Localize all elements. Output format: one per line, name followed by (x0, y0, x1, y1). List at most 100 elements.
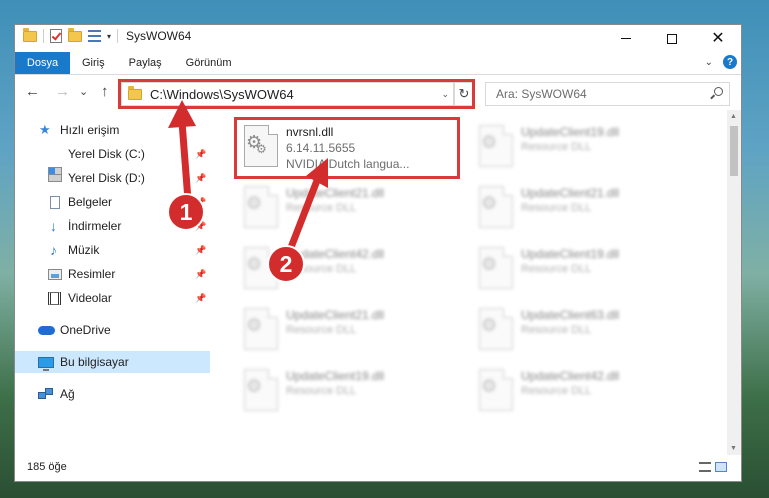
sidebar-item-label: İndirmeler (68, 219, 122, 233)
sidebar-item-label: Bu bilgisayar (60, 355, 129, 369)
file-name: UpdateClient21.dll (521, 186, 620, 200)
minimize-icon (621, 38, 631, 39)
tab-paylas[interactable]: Paylaş (117, 52, 174, 74)
download-icon: ↓ (50, 218, 57, 234)
divider (43, 29, 44, 43)
maximize-icon (667, 33, 677, 44)
close-button[interactable]: ✕ (695, 25, 741, 52)
file-tile[interactable]: ⚙ UpdateClient21.dll Resource DLL (238, 302, 463, 360)
customize-toolbar-arrow-icon[interactable]: ▾ (107, 32, 111, 41)
pin-icon[interactable]: 📌 (195, 293, 206, 304)
divider (117, 29, 119, 43)
file-tile[interactable]: ⚙ UpdateClient21.dll Resource DLL (473, 180, 698, 238)
properties-check-icon[interactable] (50, 29, 62, 43)
file-tile[interactable]: ⚙ UpdateClient19.dll Resource DLL (473, 241, 698, 299)
tiles-view-icon[interactable] (715, 462, 727, 472)
sidebar-item-videolar[interactable]: Videolar 📌 (15, 287, 210, 309)
search-icon (714, 87, 723, 96)
file-name: UpdateClient42.dll (521, 369, 620, 383)
ribbon-tabs: Dosya Giriş Paylaş Görünüm ⌄ ? (15, 52, 741, 75)
pin-icon[interactable]: 📌 (195, 245, 206, 256)
file-type: Resource DLL (521, 385, 592, 397)
maximize-button[interactable] (649, 25, 695, 52)
sidebar-item-label: Belgeler (68, 195, 113, 209)
scroll-thumb[interactable] (730, 126, 738, 176)
new-folder-icon[interactable] (68, 27, 82, 42)
recent-locations-chevron-icon[interactable]: ⌄ (79, 85, 88, 98)
search-placeholder: Ara: SysWOW64 (496, 87, 587, 101)
back-button[interactable]: ← (25, 83, 40, 100)
gear-icon: ⚙ (481, 315, 498, 335)
sidebar-item-label: OneDrive (60, 323, 111, 337)
tab-gorunum[interactable]: Görünüm (174, 52, 244, 74)
file-tile[interactable]: ⚙ UpdateClient19.dll Resource DLL (473, 119, 698, 177)
step-1-badge: 1 (167, 193, 205, 231)
quick-access-toolbar: ▾ SysWOW64 (23, 27, 192, 43)
file-type: Resource DLL (286, 324, 357, 336)
view-switcher (699, 462, 727, 472)
sidebar-item-onedrive[interactable]: OneDrive (15, 319, 210, 341)
file-type: Resource DLL (521, 263, 592, 275)
pin-icon[interactable]: 📌 (195, 269, 206, 280)
file-tile[interactable]: ⚙ UpdateClient19.dll Resource DLL (238, 363, 463, 421)
sidebar-item-label: Ağ (60, 387, 75, 401)
file-name: UpdateClient19.dll (521, 125, 620, 139)
ribbon-right: ⌄ ? (705, 55, 737, 69)
file-tile[interactable]: ⚙ UpdateClient21.dll Resource DLL (238, 180, 463, 238)
gear-icon: ⚙ (481, 254, 498, 274)
videos-icon (48, 291, 61, 305)
file-type: Resource DLL (521, 141, 592, 153)
gear-icon: ⚙ (246, 193, 263, 213)
title-bar: ▾ SysWOW64 ✕ (15, 25, 741, 52)
star-icon: ★ (39, 122, 51, 137)
file-name: UpdateClient63.dll (521, 308, 620, 322)
search-input[interactable]: Ara: SysWOW64 (485, 82, 730, 106)
gear-icon: ⚙ (246, 315, 263, 335)
scroll-up-icon[interactable]: ▲ (730, 113, 737, 120)
navigation-bar: ← → ⌄ ↑ C:\Windows\SysWOW64 ⌄ ↻ Ara: Sys… (15, 75, 741, 110)
details-view-icon[interactable] (699, 462, 711, 472)
minimize-button[interactable] (603, 25, 649, 52)
forward-button[interactable]: → (55, 83, 70, 100)
rename-list-icon[interactable] (88, 30, 101, 42)
explorer-window: ▾ SysWOW64 ✕ Dosya Giriş Paylaş Görünüm … (14, 24, 742, 482)
cloud-icon (38, 325, 55, 335)
sidebar-item-label: Müzik (68, 243, 100, 257)
sidebar-item-label: Yerel Disk (C:) (68, 147, 145, 161)
close-icon: ✕ (711, 29, 725, 47)
file-tile[interactable]: ⚙ UpdateClient63.dll Resource DLL (473, 302, 698, 360)
scroll-down-icon[interactable]: ▼ (730, 445, 737, 452)
file-type: Resource DLL (521, 202, 592, 214)
computer-icon (38, 356, 54, 371)
file-highlight-box (234, 117, 460, 179)
sidebar-item-label: Hızlı erişim (60, 123, 120, 137)
network-icon (38, 388, 54, 400)
file-name: UpdateClient21.dll (286, 308, 385, 322)
vertical-scrollbar[interactable]: ▲ ▼ (727, 110, 741, 455)
window-controls: ✕ (603, 25, 741, 52)
arrow-to-file (286, 158, 328, 254)
up-button[interactable]: ↑ (101, 83, 109, 100)
gear-icon: ⚙ (246, 376, 263, 396)
expand-ribbon-chevron-icon[interactable]: ⌄ (705, 57, 713, 68)
item-count: 185 öğe (27, 461, 67, 473)
tab-dosya[interactable]: Dosya (15, 52, 70, 74)
help-icon[interactable]: ? (723, 55, 737, 69)
sidebar-item-bu-bilgisayar[interactable]: Bu bilgisayar (15, 351, 210, 373)
drive-icon (48, 174, 62, 182)
file-tile[interactable]: ⚙ UpdateClient42.dll Resource DLL (473, 363, 698, 421)
tab-giris[interactable]: Giriş (70, 52, 117, 74)
document-icon (50, 195, 60, 209)
folder-icon (23, 27, 37, 42)
gear-icon: ⚙ (481, 376, 498, 396)
window-title: SysWOW64 (126, 29, 192, 43)
sidebar-item-label: Videolar (68, 291, 112, 305)
sidebar-item-resimler[interactable]: Resimler 📌 (15, 263, 210, 285)
pictures-icon (48, 268, 62, 280)
sidebar-item-ag[interactable]: Ağ (15, 383, 210, 405)
music-icon: ♪ (50, 242, 57, 258)
status-bar: 185 öğe (15, 455, 741, 481)
gear-icon: ⚙ (481, 193, 498, 213)
sidebar-item-muzik[interactable]: ♪ Müzik 📌 (15, 239, 210, 261)
gear-icon: ⚙ (481, 132, 498, 152)
